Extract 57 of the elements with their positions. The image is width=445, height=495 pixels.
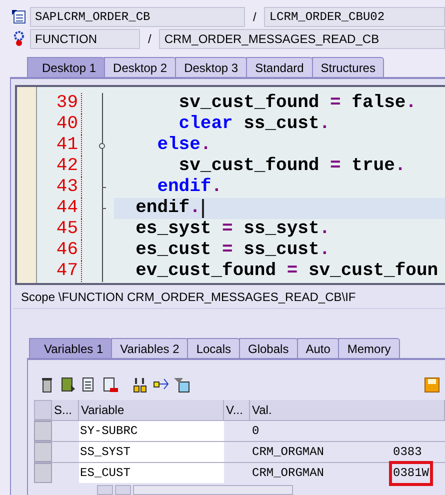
fold-marker-icon[interactable] [99, 143, 105, 149]
code-line: es_cust = ss_cust. [134, 240, 332, 261]
code-line: clear ss_cust. [178, 114, 332, 135]
code-line: else. [156, 135, 212, 156]
column-header[interactable]: S... [52, 400, 79, 420]
tab[interactable]: Desktop 1 [27, 57, 106, 77]
tab[interactable]: Structures [312, 57, 384, 77]
sort-icon[interactable] [131, 376, 149, 394]
table-cell: 0381W [389, 460, 434, 486]
line-number: 43 [37, 177, 82, 198]
line-number: 42 [37, 156, 82, 177]
scope-text: Scope \FUNCTION CRM_ORDER_MESSAGES_READ_CB\IF [13, 285, 445, 309]
filter-icon[interactable] [173, 376, 191, 394]
line-number: 46 [37, 240, 82, 261]
tab[interactable]: Variables 2 [111, 338, 188, 358]
code-line: sv_cust_found = true. [178, 156, 407, 177]
tab[interactable]: Desktop 2 [104, 57, 176, 77]
column-header[interactable]: V... [224, 400, 250, 420]
line-number: 45 [37, 219, 82, 240]
tab[interactable]: Globals [239, 338, 298, 358]
code-line: sv_cust_found = false. [178, 93, 418, 114]
tab[interactable]: Desktop 3 [175, 57, 248, 77]
line-number: 40 [37, 114, 82, 135]
column-header[interactable]: Val. [250, 400, 445, 420]
code-line: endif. [156, 177, 224, 198]
line-number: 39 [37, 93, 82, 114]
table-cell-text: CRM_ORGMAN [252, 465, 326, 482]
code-line: ev_cust_found = sv_cust_foun [134, 261, 440, 282]
tab[interactable]: Locals [187, 338, 240, 358]
line-number: 47 [37, 261, 82, 282]
table-cell-text: 0 [252, 423, 260, 440]
include-field: LCRM_ORDER_CBU02 [264, 7, 445, 27]
event-type-field: FUNCTION [30, 29, 140, 49]
table-cell-text: CRM_ORGMAN [252, 444, 326, 461]
tab[interactable]: Standard [246, 57, 313, 77]
tab[interactable]: Variables 1 [29, 338, 112, 358]
code-editor[interactable]: 39 sv_cust_found = false. 40 clear ss_cust. 41 else. 42 sv_cust_found = true. 43 endif. 44 endif. 45 es_syst = ss_syst. 46 es_cust = ss_cust. 47 ev_cust_found = sv_cust_foun [15, 85, 445, 285]
column-header[interactable]: Variable [79, 400, 224, 420]
table-cell: ES_CUST [79, 463, 224, 483]
line-number: 41 [37, 135, 82, 156]
table-cell: SY-SUBRC [79, 421, 224, 441]
scrollbar-thumb[interactable] [133, 485, 293, 495]
line-number: 44 [37, 198, 82, 219]
tab[interactable]: Memory [338, 338, 400, 358]
program-field: SAPLCRM_ORDER_CB [30, 7, 245, 27]
gear-icon [12, 31, 26, 47]
table-cell: SS_SYST [79, 442, 224, 462]
list-icon[interactable] [59, 376, 77, 394]
table-cell-text: 0383 [392, 444, 423, 461]
separator: / [147, 31, 152, 48]
event-name-field: CRM_ORDER_MESSAGES_READ_CB [159, 29, 445, 49]
list-remove-icon[interactable] [101, 376, 119, 394]
save-icon[interactable] [423, 376, 441, 394]
separator: / [252, 9, 258, 26]
code-line: es_syst = ss_syst. [134, 219, 332, 240]
program-icon [12, 10, 26, 24]
tab[interactable]: Auto [296, 338, 340, 358]
